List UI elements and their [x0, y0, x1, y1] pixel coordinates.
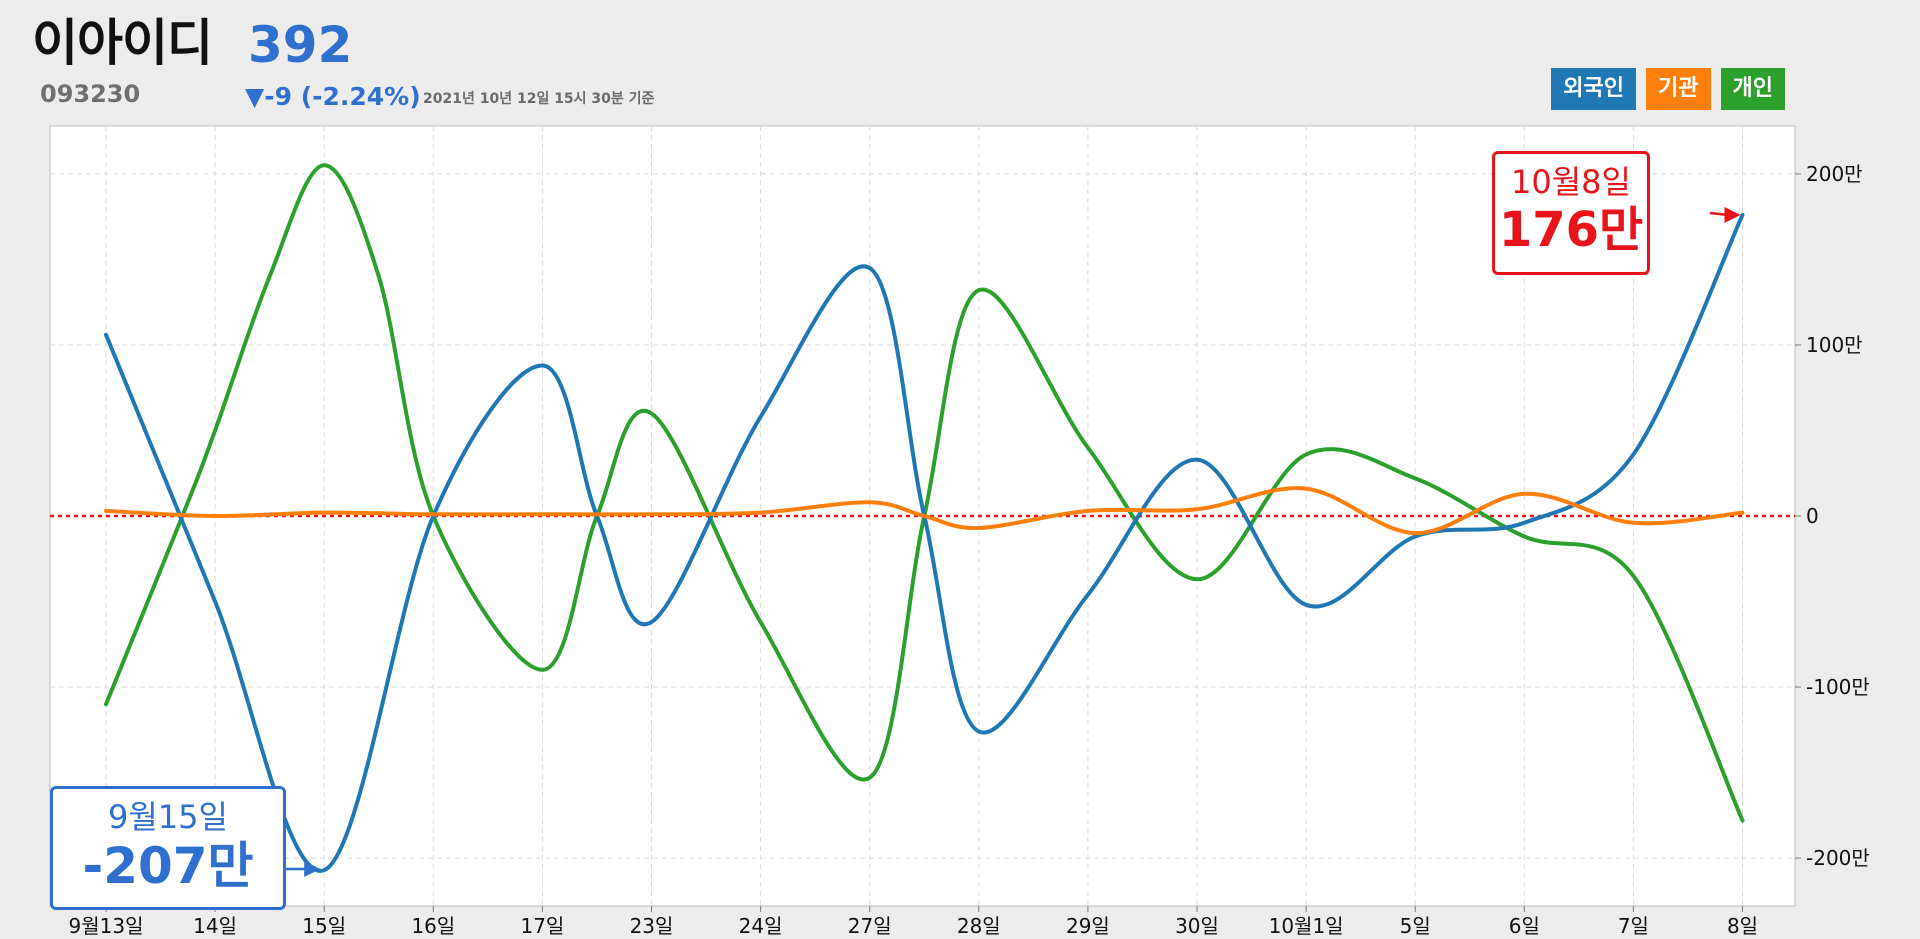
y-tick-label: 200만: [1806, 162, 1863, 186]
callout-low-date: 9월15일: [108, 798, 228, 836]
y-tick-label: 0: [1806, 504, 1819, 528]
x-tick-label: 5일: [1400, 914, 1431, 938]
y-tick-label: 100만: [1806, 333, 1863, 357]
x-tick-label: 28일: [957, 914, 1001, 938]
x-tick-label: 24일: [739, 914, 783, 938]
x-tick-label: 15일: [302, 914, 346, 938]
x-tick-label: 16일: [411, 914, 455, 938]
investor-flow-chart: 9월13일 14일 15일 16일 17일 23일 24일 27일 28일 29일 30일 10월1일…: [49, 125, 1870, 938]
x-tick-label: 8일: [1727, 914, 1758, 938]
x-tick-label: 17일: [520, 914, 564, 938]
x-tick-label: 30일: [1175, 914, 1219, 938]
callout-low: 9월15일 -207만: [50, 786, 286, 910]
callout-latest: 10월8일 176만: [1492, 151, 1650, 275]
x-tick-label: 29일: [1066, 914, 1110, 938]
x-tick-label: 9월13일: [69, 914, 144, 938]
x-tick-label: 27일: [848, 914, 892, 938]
callout-low-value: -207만: [82, 837, 254, 895]
x-tick-label: 14일: [193, 914, 237, 938]
callout-latest-value: 176만: [1498, 202, 1644, 258]
x-tick-label: 7일: [1618, 914, 1649, 938]
x-tick-label: 6일: [1509, 914, 1540, 938]
y-tick-label: -100만: [1806, 675, 1870, 699]
y-tick-label: -200만: [1806, 846, 1870, 870]
x-tick-label: 10월1일: [1269, 914, 1344, 938]
callout-latest-date: 10월8일: [1511, 163, 1631, 201]
x-tick-label: 23일: [630, 914, 674, 938]
